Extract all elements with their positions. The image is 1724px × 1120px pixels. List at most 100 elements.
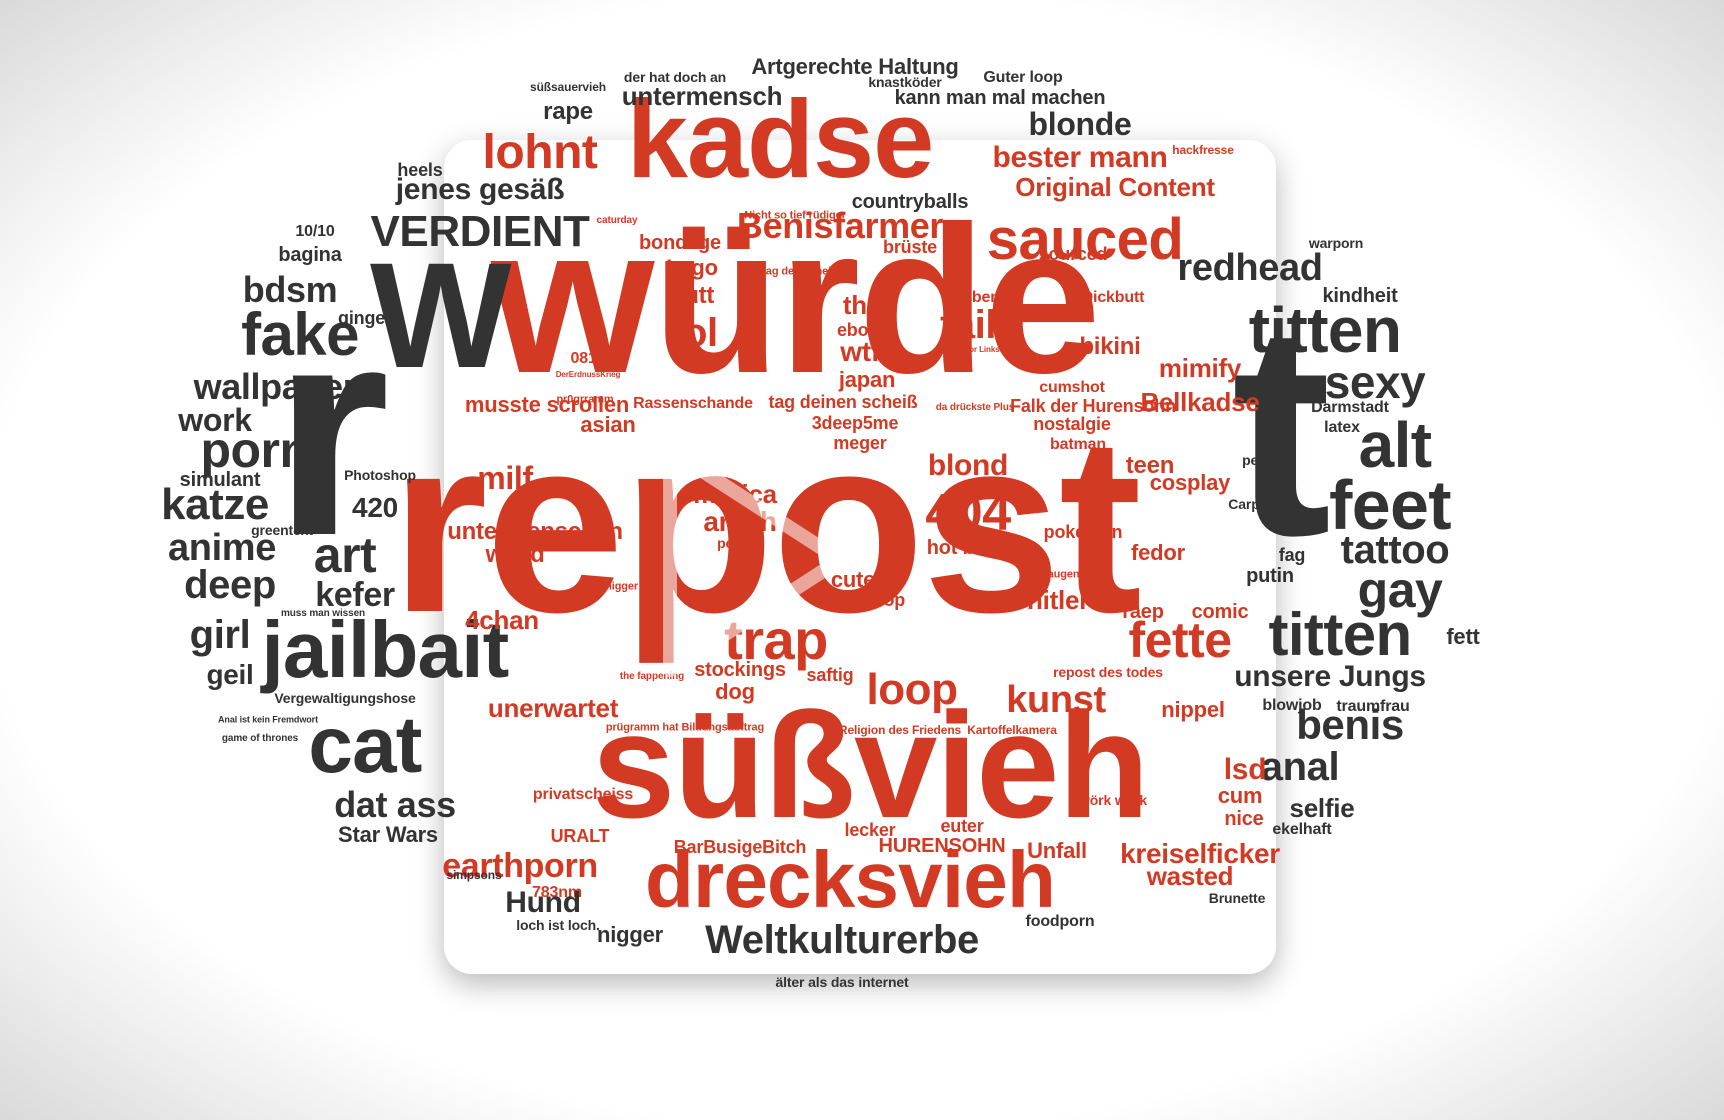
cloud-word: putin (1246, 565, 1294, 587)
cloud-word: Carporn (1228, 496, 1282, 512)
cloud-word: prügramm hat Bildungsauftrag (605, 721, 765, 734)
cloud-word: lecker (844, 820, 896, 840)
cloud-word: repost des todes (1053, 664, 1163, 680)
cloud-word: the fappening (619, 671, 685, 682)
cloud-word: wasted (1146, 861, 1234, 891)
cloud-word: girl (189, 613, 251, 657)
cloud-word: asian (580, 412, 636, 437)
cloud-word: heels (397, 160, 443, 180)
cloud-word: Rechts vor Links (936, 345, 1000, 354)
cloud-word: privatscheiss (532, 786, 634, 803)
cloud-word: knastköder (868, 74, 942, 90)
word-cloud-canvas: würde repost r t Wsüßvieh kadse drecksvieh jail… (0, 0, 1724, 1120)
cloud-word: wallpaper (193, 366, 357, 407)
cloud-word: bagina (278, 244, 342, 266)
cloud-word: bester mann (992, 141, 1168, 174)
cloud-word: kann man mal machen (894, 87, 1106, 109)
cloud-word: Nicht so tief rüdiger (744, 209, 846, 222)
cloud-word: älter als das internet (775, 974, 909, 990)
cloud-word: unerwartet (487, 693, 619, 723)
cloud-word: hitler (1026, 585, 1090, 615)
cloud-word: lohnt (482, 126, 598, 179)
cloud-word: kefer (315, 576, 395, 614)
cloud-word: bondage (639, 232, 721, 254)
cloud-word: cum (1217, 783, 1263, 808)
cloud-word: gay (1357, 562, 1443, 618)
cloud-word: simulant (179, 469, 261, 491)
cloud-word: game of thrones (221, 733, 299, 744)
cloud-word: brüste (883, 237, 937, 257)
cloud-word: tattoo (1340, 528, 1450, 572)
cloud-word: fail (939, 303, 997, 347)
cloud-word: tag den scheiß (762, 265, 838, 278)
word-cloud: würde repost r t Wsüßvieh kadse drecksvieh jail… (0, 0, 1724, 1120)
cloud-word: Dickbutt (1081, 289, 1145, 306)
cloud-word: weed (485, 541, 545, 568)
cloud-word: bdsm (242, 269, 338, 310)
cloud-word: penis (1242, 452, 1278, 468)
cloud-word: cute (830, 567, 876, 592)
cloud-word: wörk wörk (1079, 792, 1147, 808)
cloud-word: lsd (1223, 753, 1267, 786)
cloud-word: 10/10 (295, 223, 335, 240)
cloud-word: süßsauervieh (530, 80, 606, 94)
cloud-word: comic (1191, 601, 1249, 623)
cloud-word: stockings (694, 659, 786, 681)
cloud-word: Star Wars (338, 822, 438, 847)
cloud-word: Religion des Friedens (838, 723, 962, 737)
cloud-word: titten (1248, 294, 1402, 366)
cloud-word: Photoshop (344, 467, 416, 483)
cloud-word: nice (1224, 808, 1264, 830)
cloud-word: 404 (925, 484, 1011, 542)
cloud-word: bikini (1079, 333, 1141, 360)
cloud-word: batman (1050, 436, 1106, 453)
cloud-word: saftig (806, 665, 854, 685)
cloud-word: perfekt (717, 535, 763, 551)
cloud-word: BarBusigeBitch (673, 837, 807, 857)
cloud-word: fag (1278, 545, 1306, 565)
cloud-word: sandnigger (579, 580, 639, 593)
cloud-word: foodporn (1025, 913, 1095, 930)
cloud-word: caturday (596, 215, 638, 226)
cloud-word: blowjob (1262, 697, 1322, 714)
cloud-word: lesben (950, 289, 1000, 306)
cloud-word: simpsons (446, 868, 502, 882)
cloud-word: Darmstadt (1311, 399, 1389, 416)
cloud-word: kindheit (1322, 285, 1398, 307)
cloud-word: VERDIENT (370, 207, 590, 256)
cloud-word: rape (543, 98, 593, 125)
cloud-word: pokemon (1043, 522, 1123, 542)
cloud-word: traumfrau (1336, 698, 1410, 715)
cloud-word: Falk der Hurensohn (1010, 396, 1176, 416)
cloud-word: Vergewaltigungshose (274, 690, 416, 706)
cloud-word: fedor (1131, 540, 1185, 565)
cloud-word: lol (672, 311, 718, 355)
cloud-word: cumshot (1039, 379, 1105, 396)
cloud-word: arsch (703, 506, 777, 537)
cloud-word: art (313, 527, 377, 583)
cloud-word: blonde (1028, 106, 1132, 142)
cloud-word: ebola (836, 320, 884, 340)
cloud-word: Rassenschande (633, 395, 753, 412)
cloud-word: dat ass (334, 784, 456, 825)
cloud-word: DerErdnussKrieg (555, 370, 621, 379)
cloud-word: sourced (1038, 244, 1108, 264)
cloud-word: work (178, 402, 252, 438)
cloud-word: Guter loop (983, 69, 1063, 86)
cloud-word: anal (1260, 745, 1340, 789)
cloud-word: augenkrebs (1047, 568, 1109, 581)
cloud-word: HURENSOHN (878, 835, 1006, 857)
cloud-word: meger (833, 433, 887, 453)
cloud-word: japan (838, 367, 896, 392)
cloud-word: 420 (352, 492, 398, 523)
cloud-word: untermensch (621, 81, 783, 111)
cloud-word: pr0grramm (556, 393, 614, 406)
cloud-word: redhead (1177, 247, 1323, 289)
cloud-word: dog (715, 679, 755, 704)
cloud-word: hackfresse (1172, 143, 1234, 157)
cloud-word: Lego (666, 255, 718, 280)
cloud-word: murica (693, 479, 777, 509)
cloud-word: deep (184, 563, 276, 607)
cloud-word: 0815 (570, 350, 606, 367)
cloud-word: alt (1358, 409, 1432, 481)
